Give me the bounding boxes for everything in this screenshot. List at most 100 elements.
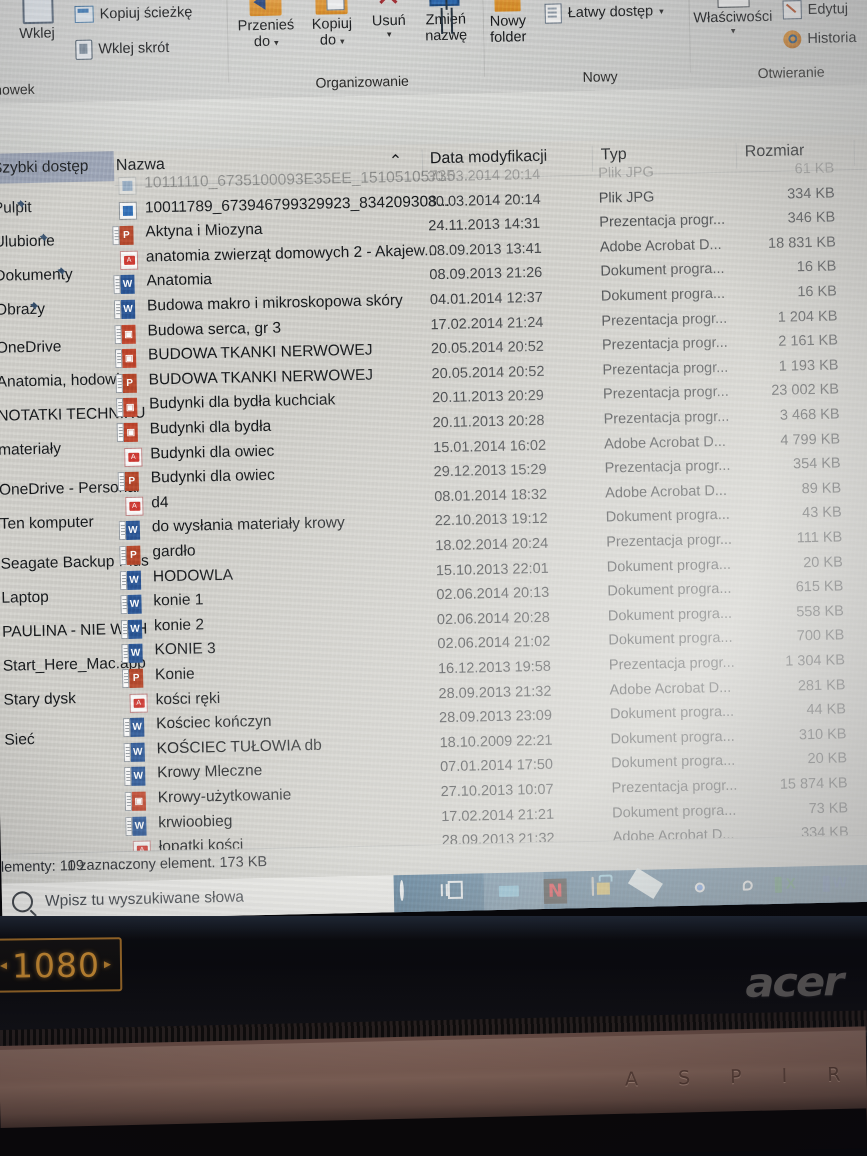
- file-name: BUDOWA TKANKI NERWOWEJ: [148, 366, 374, 389]
- ribbon-group-open: Właściwości ▾ Otwórz ▾ Edytuj Historia O…: [693, 0, 867, 86]
- easy-access-label: Łatwy dostęp: [567, 3, 654, 22]
- sidebar-item-3[interactable]: Dokumenty: [0, 260, 73, 292]
- ribbon-group-new: Nowy folder Nowy element ▾ Łatwy dostęp …: [488, 0, 690, 91]
- file-size: 354 KB: [792, 455, 841, 473]
- rename-button[interactable]: Zmień nazwę: [414, 0, 477, 45]
- copy-to-label: Kopiuj do: [311, 15, 353, 49]
- navigation-pane: Szybki dostęp Pulpit Ulubione Dokumenty Obra…: [0, 151, 149, 854]
- edit-button[interactable]: Edytuj: [782, 0, 849, 20]
- cortana-icon[interactable]: [399, 880, 427, 909]
- column-header-type[interactable]: Typ: [601, 146, 627, 165]
- search-icon: [11, 891, 34, 913]
- file-type-icon: P: [117, 471, 144, 492]
- microsoft-store-icon[interactable]: [591, 876, 619, 904]
- file-name: Konie: [154, 665, 195, 684]
- file-type-icon: [118, 176, 137, 196]
- file-type: Prezentacja progr...: [602, 359, 729, 379]
- sidebar-item-6[interactable]: Anatomia, hodowla: [0, 365, 129, 398]
- file-size: 700 KB: [796, 627, 845, 645]
- file-modified-date: 15.10.2013 22:01: [435, 560, 549, 579]
- netflix-icon[interactable]: N: [543, 878, 571, 905]
- file-name: KOŚCIEC TUŁOWIA db: [156, 736, 322, 758]
- rename-label: Zmień nazwę: [425, 11, 468, 44]
- properties-button[interactable]: Właściwości ▾: [688, 0, 777, 37]
- copy-button[interactable]: Kopiuj: [0, 20, 5, 37]
- file-size: 1 304 KB: [785, 652, 846, 670]
- file-modified-date: 20.11.2013 20:28: [432, 412, 545, 432]
- file-size: 61 KB: [794, 160, 835, 178]
- file-modified-date: 08.09.2013 13:41: [428, 240, 542, 260]
- file-type: Dokument progra...: [609, 703, 735, 723]
- file-modified-date: 02.06.2014 20:13: [436, 584, 550, 604]
- sidebar-item-2[interactable]: Ulubione: [0, 226, 55, 257]
- sidebar-item-16[interactable]: Sieć: [0, 725, 35, 756]
- copy-to-icon: [315, 0, 348, 15]
- file-size: 3 468 KB: [779, 406, 840, 424]
- file-modified-date: 04.01.2014 12:37: [429, 289, 544, 309]
- file-name: Budynki dla owiec: [150, 466, 276, 487]
- file-modified-date: 20.05.2014 20:52: [431, 363, 545, 383]
- sidebar-item-0[interactable]: Szybki dostęp: [0, 151, 115, 184]
- ribbon-group-label-open: Otwieranie: [757, 63, 825, 82]
- history-button[interactable]: Historia: [783, 29, 857, 49]
- sidebar-item-4[interactable]: Obrazy: [0, 295, 45, 326]
- pin-icon[interactable]: [11, 199, 25, 213]
- sidebar-item-5[interactable]: OneDrive: [0, 332, 62, 364]
- move-to-button[interactable]: Przenieś do ▾: [232, 0, 299, 51]
- paste-button[interactable]: Wklej: [8, 0, 65, 43]
- file-type-icon: W: [113, 275, 139, 295]
- file-type-icon: ▣: [116, 398, 142, 418]
- whatsapp-icon[interactable]: [736, 874, 763, 901]
- file-type: Prezentacja progr...: [601, 335, 728, 354]
- column-header-name[interactable]: Nazwa: [116, 156, 165, 175]
- file-list[interactable]: 10111110_6735100093E35EE_15105105735... 3…: [112, 160, 867, 861]
- pin-icon[interactable]: [25, 301, 39, 315]
- file-type: Dokument progra...: [605, 507, 731, 526]
- easy-access-icon: [544, 3, 562, 24]
- task-view-icon[interactable]: [448, 880, 475, 907]
- sidebar-item-8[interactable]: materiały: [0, 434, 61, 465]
- file-type-icon: W: [119, 570, 146, 590]
- file-name: gardło: [152, 542, 196, 561]
- sidebar-item-12[interactable]: Laptop: [0, 583, 49, 614]
- file-name: Budynki dla owiec: [150, 442, 275, 463]
- pin-icon[interactable]: [35, 233, 49, 247]
- copy-path-button[interactable]: Kopiuj ścieżkę: [74, 3, 192, 23]
- sidebar-item-15[interactable]: Stary dysk: [0, 684, 76, 716]
- paste-shortcut-button[interactable]: Wklej skrót: [75, 38, 169, 60]
- copy-to-button[interactable]: Kopiuj do ▾: [302, 0, 361, 49]
- file-size: 23 002 KB: [771, 381, 840, 400]
- file-size: 2 161 KB: [778, 332, 839, 350]
- file-type-icon: W: [120, 619, 147, 639]
- file-size: 89 KB: [801, 480, 842, 498]
- ribbon-group-label-new: Nowy: [582, 68, 618, 85]
- mail-icon[interactable]: [640, 876, 667, 903]
- file-type: Prezentacja progr...: [608, 654, 735, 674]
- file-modified-date: 22.10.2013 19:12: [434, 511, 548, 530]
- file-explorer-icon[interactable]: [496, 879, 523, 906]
- pin-icon[interactable]: [53, 266, 67, 280]
- word-icon[interactable]: [832, 872, 859, 899]
- sidebar-item-1[interactable]: Pulpit: [0, 193, 32, 224]
- file-name: Budynki dla bydła kuchciak: [148, 391, 336, 413]
- easy-access-button[interactable]: Łatwy dostęp ▾: [544, 1, 664, 24]
- file-type-icon: A: [124, 447, 143, 467]
- excel-icon[interactable]: [784, 873, 811, 900]
- file-modified-date: 17.02.2014 21:21: [441, 806, 555, 825]
- search-input[interactable]: Wpisz tu wyszukiwane słowa: [11, 887, 244, 913]
- file-size: 16 KB: [797, 283, 838, 301]
- file-modified-date: 30.03.2014 20:14: [427, 191, 541, 210]
- delete-button[interactable]: ✕ Usuń ▾: [364, 0, 413, 40]
- file-size: 4 799 KB: [780, 430, 841, 449]
- sidebar-item-label: materiały: [0, 440, 62, 459]
- paste-shortcut-icon: [75, 39, 93, 60]
- new-folder-button[interactable]: Nowy folder: [478, 0, 537, 46]
- sidebar-item-10[interactable]: Ten komputer: [0, 508, 94, 540]
- column-header-size[interactable]: Rozmiar: [745, 142, 805, 161]
- file-name: konie 2: [153, 616, 205, 635]
- file-modified-date: 27.10.2013 10:07: [440, 781, 554, 801]
- file-size: 615 KB: [795, 578, 844, 596]
- laptop-screen: Wklej Kopiuj ska Kopiuj ścieżkę Wklej sk…: [0, 0, 867, 921]
- file-size: 16 KB: [796, 258, 837, 276]
- chrome-icon[interactable]: [688, 875, 715, 902]
